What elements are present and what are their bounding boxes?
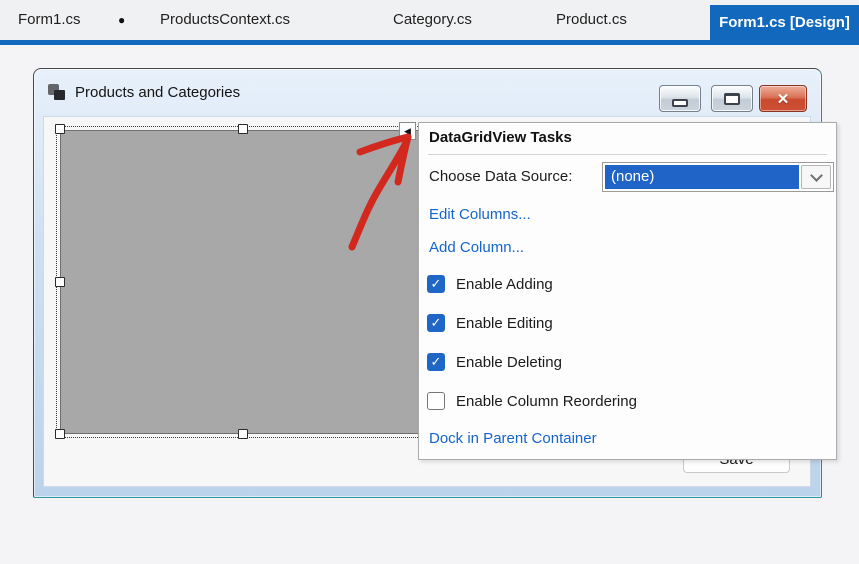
- form-title: Products and Categories: [75, 69, 240, 116]
- enable-deleting-label: Enable Deleting: [456, 354, 562, 371]
- data-source-dropdown-button[interactable]: [801, 165, 831, 189]
- tab-product-cs[interactable]: Product.cs: [556, 0, 627, 40]
- document-tab-bar: Form1.cs ● ProductsContext.cs Category.c…: [0, 0, 859, 40]
- form-titlebar[interactable]: Products and Categories ✕: [34, 69, 821, 116]
- tab-form1-design-active[interactable]: Form1.cs [Design]: [710, 5, 859, 40]
- enable-column-reordering-label: Enable Column Reordering: [456, 393, 637, 410]
- enable-deleting-row[interactable]: ✓ Enable Deleting: [427, 353, 562, 371]
- enable-adding-checkbox[interactable]: ✓: [427, 275, 445, 293]
- tab-form1-cs[interactable]: Form1.cs: [18, 0, 81, 40]
- dock-in-parent-container-link[interactable]: Dock in Parent Container: [429, 430, 597, 447]
- check-icon: ✓: [431, 276, 442, 292]
- tasks-panel-title: DataGridView Tasks: [429, 129, 572, 146]
- enable-editing-checkbox[interactable]: ✓: [427, 314, 445, 332]
- maximize-icon: [724, 93, 740, 105]
- add-column-link[interactable]: Add Column...: [429, 239, 524, 256]
- edit-columns-link[interactable]: Edit Columns...: [429, 206, 531, 223]
- modified-dot-icon: ●: [118, 0, 125, 40]
- panel-separator: [428, 154, 827, 155]
- enable-editing-row[interactable]: ✓ Enable Editing: [427, 314, 553, 332]
- maximize-button[interactable]: [711, 85, 753, 112]
- choose-data-source-label: Choose Data Source:: [429, 168, 572, 185]
- check-icon: ✓: [431, 315, 442, 331]
- enable-adding-label: Enable Adding: [456, 276, 553, 293]
- data-source-selected-value: (none): [605, 165, 799, 189]
- form-icon: [48, 84, 66, 100]
- enable-column-reordering-checkbox[interactable]: ✓: [427, 392, 445, 410]
- enable-deleting-checkbox[interactable]: ✓: [427, 353, 445, 371]
- close-icon: ✕: [777, 90, 790, 108]
- chevron-down-icon: [810, 169, 823, 182]
- resize-handle-top-left[interactable]: [55, 124, 65, 134]
- data-source-combobox[interactable]: (none): [602, 162, 834, 192]
- datagridview-tasks-panel: DataGridView Tasks Choose Data Source: (…: [418, 122, 837, 460]
- smart-tag-button[interactable]: ◀: [399, 122, 416, 140]
- close-button[interactable]: ✕: [759, 85, 807, 112]
- enable-adding-row[interactable]: ✓ Enable Adding: [427, 275, 553, 293]
- resize-handle-top-middle[interactable]: [238, 124, 248, 134]
- resize-handle-bottom-middle[interactable]: [238, 429, 248, 439]
- enable-column-reordering-row[interactable]: ✓ Enable Column Reordering: [427, 392, 637, 410]
- tab-productscontext-cs[interactable]: ProductsContext.cs: [160, 0, 290, 40]
- resize-handle-bottom-left[interactable]: [55, 429, 65, 439]
- minimize-button[interactable]: [659, 85, 701, 112]
- minimize-icon: [672, 99, 688, 107]
- vs-designer-screen: Form1.cs ● ProductsContext.cs Category.c…: [0, 0, 859, 564]
- active-tab-underline: [0, 40, 859, 45]
- tab-category-cs[interactable]: Category.cs: [393, 0, 472, 40]
- enable-editing-label: Enable Editing: [456, 315, 553, 332]
- check-icon: ✓: [431, 354, 442, 370]
- resize-handle-middle-left[interactable]: [55, 277, 65, 287]
- smart-tag-arrow-icon: ◀: [404, 126, 411, 137]
